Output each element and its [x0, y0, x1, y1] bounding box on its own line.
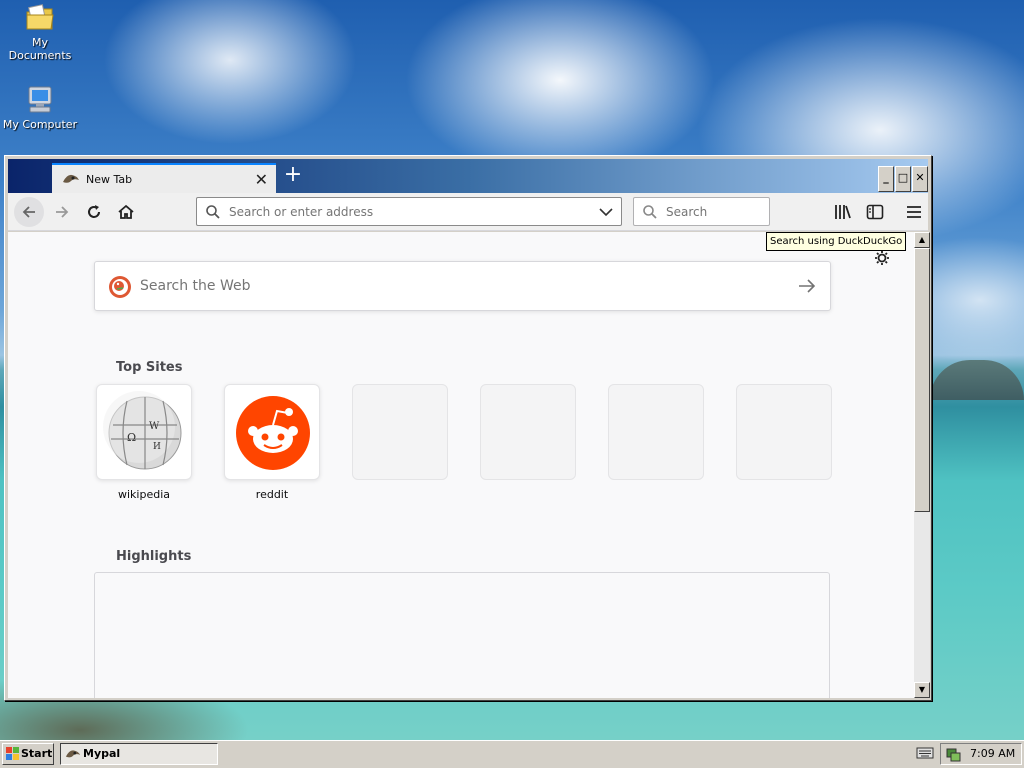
svg-text:W: W — [149, 421, 160, 432]
address-input[interactable] — [229, 202, 589, 222]
scroll-down-icon[interactable]: ▼ — [914, 682, 930, 698]
new-tab-button[interactable]: + — [282, 164, 304, 187]
windows-logo-icon — [6, 747, 19, 760]
highlights-heading: Highlights — [116, 549, 192, 564]
start-label: Start — [21, 747, 53, 760]
clock[interactable]: 7:09 AM — [970, 747, 1015, 760]
top-sites-heading: Top Sites — [116, 360, 183, 375]
scroll-up-icon[interactable]: ▲ — [914, 232, 930, 248]
search-icon — [206, 205, 220, 219]
gear-icon[interactable] — [874, 250, 890, 266]
desktop-icon-label: My Documents — [8, 36, 72, 62]
tab-strip: New Tab ✕ + _ □ ✕ — [8, 159, 928, 193]
taskbar-item-label: Mypal — [83, 747, 121, 760]
top-site-tile-empty[interactable] — [736, 384, 832, 480]
tab-close-icon[interactable]: ✕ — [255, 170, 268, 189]
reload-button[interactable] — [79, 197, 109, 227]
navigation-toolbar — [8, 193, 928, 231]
top-site-label: wikipedia — [117, 488, 170, 501]
minimize-button[interactable]: _ — [878, 166, 894, 192]
highlights-panel — [94, 572, 830, 698]
taskbar-item-mypal[interactable]: Mypal — [60, 743, 218, 765]
svg-text:И: И — [153, 442, 161, 452]
address-bar[interactable] — [196, 197, 622, 226]
top-site-tile-empty[interactable] — [608, 384, 704, 480]
reload-icon — [88, 205, 100, 218]
mypal-favicon-icon — [63, 174, 79, 183]
close-window-button[interactable]: ✕ — [912, 166, 928, 192]
desktop-icon-label: My Computer — [2, 118, 78, 131]
tab-new-tab[interactable]: New Tab ✕ — [52, 163, 276, 193]
top-site-label: reddit — [255, 488, 289, 501]
svg-text:Ω: Ω — [127, 431, 136, 444]
menu-hamburger-icon[interactable] — [904, 202, 924, 222]
start-button[interactable]: Start — [2, 743, 54, 765]
system-tray: 7:09 AM — [940, 743, 1022, 765]
sidebar-toggle-icon[interactable] — [865, 202, 885, 222]
wikipedia-globe-icon: Ω W И — [103, 391, 182, 470]
keyboard-icon[interactable] — [916, 746, 934, 760]
taskbar: Start Mypal 7:09 AM — [0, 740, 1024, 768]
new-tab-page: Top Sites Ω W И wikipedia — [8, 232, 914, 698]
top-site-tile-empty[interactable] — [352, 384, 448, 480]
desktop-icon-my-computer[interactable]: My Computer — [0, 84, 80, 131]
top-site-tile-empty[interactable] — [480, 384, 576, 480]
mypal-favicon-icon — [65, 750, 81, 758]
search-bar[interactable] — [633, 197, 770, 226]
chevron-down-icon[interactable] — [599, 207, 613, 217]
search-input[interactable] — [666, 202, 766, 222]
library-icon[interactable] — [833, 202, 853, 222]
top-site-tile-reddit[interactable] — [224, 384, 320, 480]
forward-button[interactable] — [47, 197, 77, 227]
back-button[interactable] — [14, 197, 44, 227]
top-site-tile-wikipedia[interactable]: Ω W И — [96, 384, 192, 480]
forward-arrow-icon — [56, 206, 69, 218]
arrow-right-icon[interactable] — [798, 278, 816, 294]
web-search-input[interactable] — [140, 274, 760, 298]
duckduckgo-icon — [109, 276, 131, 298]
computer-icon — [28, 86, 52, 113]
scrollbar-thumb[interactable] — [914, 248, 930, 512]
reddit-alien-icon — [236, 396, 310, 470]
vertical-scrollbar[interactable]: ▲ ▼ — [914, 232, 930, 698]
home-icon — [118, 204, 134, 219]
desktop-icon-my-documents[interactable]: My Documents — [0, 2, 80, 62]
home-button[interactable] — [111, 197, 141, 227]
island-scenery — [930, 360, 1024, 400]
network-icon[interactable] — [945, 747, 961, 763]
maximize-button[interactable]: □ — [895, 166, 911, 192]
web-search-box[interactable] — [94, 261, 831, 311]
search-tooltip: Search using DuckDuckGo — [766, 232, 907, 251]
folder-icon — [26, 4, 54, 30]
back-arrow-icon — [22, 206, 35, 218]
search-icon — [643, 205, 657, 219]
tab-title: New Tab — [86, 172, 133, 186]
